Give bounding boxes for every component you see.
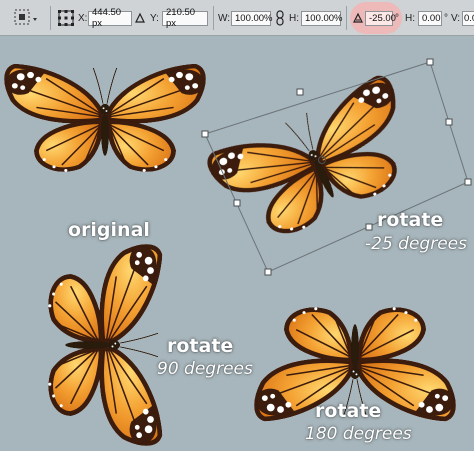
caption-rotate-90-title: rotate [167,335,234,357]
photoshop-canvas: X: 444.50 px Y: 210.50 px W: 100.00% H: … [0,0,474,451]
caption-rotate-180-sub: 180 degrees [305,424,412,444]
transform-handle[interactable] [365,223,373,231]
caption-rotate-25-sub: -25 degrees [365,234,467,254]
transform-handle[interactable] [464,178,472,186]
caption-rotate-90-sub: 90 degrees [157,359,253,379]
caption-original: original [68,219,150,241]
transform-handle[interactable] [201,130,209,138]
transform-handle[interactable] [296,88,304,96]
butterfly-rotate-90 [48,247,160,444]
caption-rotate-180-title: rotate [315,400,382,422]
transform-handle[interactable] [445,118,453,126]
transform-handle[interactable] [426,58,434,66]
transform-handle[interactable] [233,199,241,207]
transform-handle[interactable] [264,268,272,276]
butterfly-original [7,66,204,172]
caption-rotate-25-title: rotate [377,209,444,231]
